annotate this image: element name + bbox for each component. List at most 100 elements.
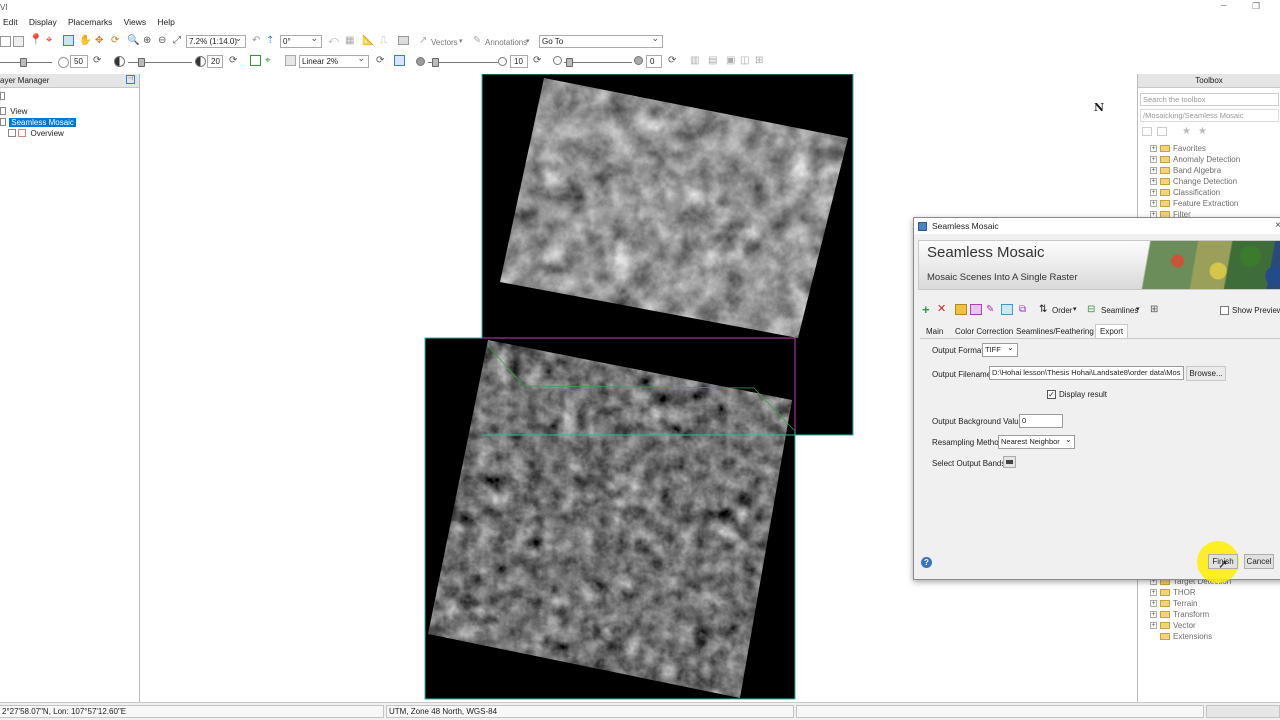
toolbox-folder-favorites[interactable]: + Favorites bbox=[1150, 143, 1206, 154]
expand-icon[interactable] bbox=[0, 107, 6, 115]
measure-icon[interactable]: 📐 bbox=[362, 35, 374, 46]
overview-checkbox-icon[interactable] bbox=[8, 129, 16, 137]
grid-tool-icon[interactable]: ⊞ bbox=[1150, 304, 1158, 315]
zoom-out-icon[interactable]: ⊖ bbox=[158, 35, 169, 46]
favorite-star-icon[interactable]: ★ bbox=[1182, 126, 1191, 137]
collapse-icon[interactable] bbox=[0, 92, 5, 100]
tree-item-seamless-mosaic[interactable]: Seamless Mosaic bbox=[0, 118, 76, 128]
transparency-slider-track[interactable] bbox=[564, 62, 632, 63]
rotate-icon[interactable]: ⟳ bbox=[111, 35, 122, 46]
toolbox-folder-anomaly[interactable]: + Anomaly Detection bbox=[1150, 154, 1240, 165]
stretch-icon[interactable] bbox=[285, 55, 296, 66]
tile-icon[interactable]: ▣ bbox=[726, 55, 737, 66]
tab-seamlines-feathering[interactable]: Seamlines/Feathering bbox=[1016, 326, 1094, 337]
stretch-dropdown[interactable]: Linear 2% bbox=[299, 53, 369, 68]
goto-input[interactable]: Go To bbox=[539, 33, 663, 48]
pan-icon[interactable]: ✋ bbox=[79, 35, 91, 46]
restore-button[interactable]: ❐ bbox=[1252, 1, 1260, 12]
annotations-menu[interactable]: Annotations bbox=[485, 38, 527, 47]
cancel-button[interactable]: Cancel bbox=[1244, 554, 1274, 569]
reset-brightness-icon[interactable]: ⟳ bbox=[93, 55, 104, 66]
placemark-icon[interactable]: 📍 bbox=[29, 35, 43, 46]
background-value-input[interactable]: 0 bbox=[1019, 414, 1063, 428]
output-filename-input[interactable]: D:\Hohai lesson\Thesis Hohai\Landsate8\o… bbox=[989, 366, 1184, 380]
order-menu[interactable]: Order bbox=[1052, 306, 1072, 315]
brightness-value[interactable]: 50 bbox=[70, 55, 88, 68]
crosshair-green-icon[interactable]: ⌖ bbox=[265, 55, 276, 66]
select-icon[interactable] bbox=[1001, 304, 1013, 315]
keyboard-icon[interactable] bbox=[398, 36, 409, 45]
collapse-all-icon[interactable] bbox=[1157, 127, 1167, 136]
tab-color-correction[interactable]: Color Correction bbox=[955, 326, 1013, 337]
layer-icon[interactable]: ▤ bbox=[708, 55, 719, 66]
menu-display[interactable]: Display bbox=[29, 15, 57, 30]
zoom-in-icon[interactable]: ⊕ bbox=[143, 35, 154, 46]
roi-icon[interactable] bbox=[250, 55, 261, 66]
cursor-icon[interactable] bbox=[63, 35, 74, 46]
portal-icon[interactable]: ⊞ bbox=[755, 55, 766, 66]
toolbox-folder-change-detection[interactable]: + Change Detection bbox=[1150, 176, 1237, 187]
vector-icon[interactable]: ↗ bbox=[419, 35, 430, 46]
reset-transparency-icon[interactable]: ⟳ bbox=[668, 55, 679, 66]
sharpen-value[interactable]: 10 bbox=[510, 55, 528, 68]
zoom-dropdown[interactable]: 7.2% (1:14.0) bbox=[186, 33, 246, 48]
close-icon[interactable]: × bbox=[1275, 218, 1280, 234]
order-icon[interactable]: ⇅ bbox=[1039, 304, 1047, 315]
brightness-slider-thumb[interactable] bbox=[20, 58, 27, 67]
grid-icon[interactable]: ▦ bbox=[345, 35, 356, 46]
profile-icon[interactable]: ⎍ bbox=[380, 35, 391, 46]
show-preview-checkbox[interactable] bbox=[1220, 306, 1229, 315]
undo-icon[interactable]: ⤺ bbox=[328, 35, 339, 46]
transparency-value[interactable]: 0 bbox=[646, 55, 662, 68]
toolbox-folder-thor[interactable]: + THOR bbox=[1150, 587, 1196, 598]
draw-seamline-icon[interactable]: ✎ bbox=[986, 304, 994, 315]
toolbox-folder-vector[interactable]: + Vector bbox=[1150, 620, 1196, 631]
contrast-value[interactable]: 20 bbox=[207, 55, 223, 68]
checkbox-icon[interactable] bbox=[0, 118, 6, 126]
help-icon[interactable]: ? bbox=[921, 557, 932, 568]
zoom-extent-icon[interactable]: ⤢ bbox=[173, 35, 184, 46]
north-up-icon[interactable]: ⇡ bbox=[266, 35, 277, 46]
select-bands-button[interactable] bbox=[1003, 456, 1016, 468]
tree-item-overview[interactable]: Overview bbox=[8, 129, 64, 139]
toolbox-folder-transform[interactable]: + Transform bbox=[1150, 609, 1209, 620]
vectors-menu[interactable]: Vectors bbox=[431, 38, 458, 47]
fly-icon[interactable]: ✥ bbox=[95, 35, 106, 46]
tab-export[interactable]: Export bbox=[1095, 324, 1129, 338]
reset-sharpen-icon[interactable]: ⟳ bbox=[533, 55, 544, 66]
chart-icon[interactable]: ▥ bbox=[690, 55, 701, 66]
tab-main[interactable]: Main bbox=[926, 326, 943, 337]
toolbox-folder-classification[interactable]: + Classification bbox=[1150, 187, 1220, 198]
menu-help[interactable]: Help bbox=[157, 15, 174, 30]
duplicate-icon[interactable]: ⧉ bbox=[1019, 304, 1026, 315]
sharpen-slider-thumb[interactable] bbox=[432, 58, 439, 67]
histogram-icon[interactable] bbox=[394, 55, 405, 66]
menu-edit[interactable]: Edit bbox=[3, 15, 18, 30]
tree-item-view[interactable]: View bbox=[0, 107, 27, 117]
browse-button[interactable]: Browse... bbox=[1186, 366, 1226, 381]
display-result-checkbox[interactable]: ✓ bbox=[1047, 390, 1056, 399]
toolbox-search-input[interactable]: Search the toolbox bbox=[1140, 93, 1279, 106]
pin-icon[interactable]: ⊣ bbox=[126, 75, 135, 84]
seamlines-icon[interactable]: ⊟ bbox=[1087, 304, 1095, 315]
split-icon[interactable]: ◫ bbox=[740, 55, 751, 66]
footprint-icon[interactable] bbox=[970, 304, 982, 315]
toolbox-folder-extensions[interactable]: Extensions bbox=[1150, 631, 1212, 642]
select-icon[interactable] bbox=[0, 36, 11, 47]
annotation-icon[interactable]: ✎ bbox=[473, 35, 484, 46]
remove-scene-icon[interactable]: ✕ bbox=[937, 304, 946, 315]
minimize-button[interactable]: – bbox=[1221, 0, 1227, 11]
resampling-select[interactable]: Nearest Neighbor bbox=[998, 435, 1075, 449]
rotate-left-icon[interactable]: ↶ bbox=[252, 35, 263, 46]
refresh-stretch-icon[interactable]: ⟳ bbox=[376, 55, 387, 66]
menu-views[interactable]: Views bbox=[124, 15, 147, 30]
expand-all-icon[interactable] bbox=[1142, 127, 1152, 136]
favorite-add-icon[interactable]: ★ bbox=[1198, 126, 1207, 137]
rotation-dropdown[interactable]: 0° bbox=[280, 33, 322, 48]
add-scenes-icon[interactable]: + bbox=[922, 303, 930, 316]
reset-contrast-icon[interactable]: ⟳ bbox=[229, 55, 240, 66]
zoom-icon[interactable]: 🔍 bbox=[127, 35, 139, 46]
seamlines-menu[interactable]: Seamlines bbox=[1101, 306, 1138, 315]
transparency-slider-thumb[interactable] bbox=[566, 58, 573, 67]
toolbox-folder-terrain[interactable]: + Terrain bbox=[1150, 598, 1197, 609]
